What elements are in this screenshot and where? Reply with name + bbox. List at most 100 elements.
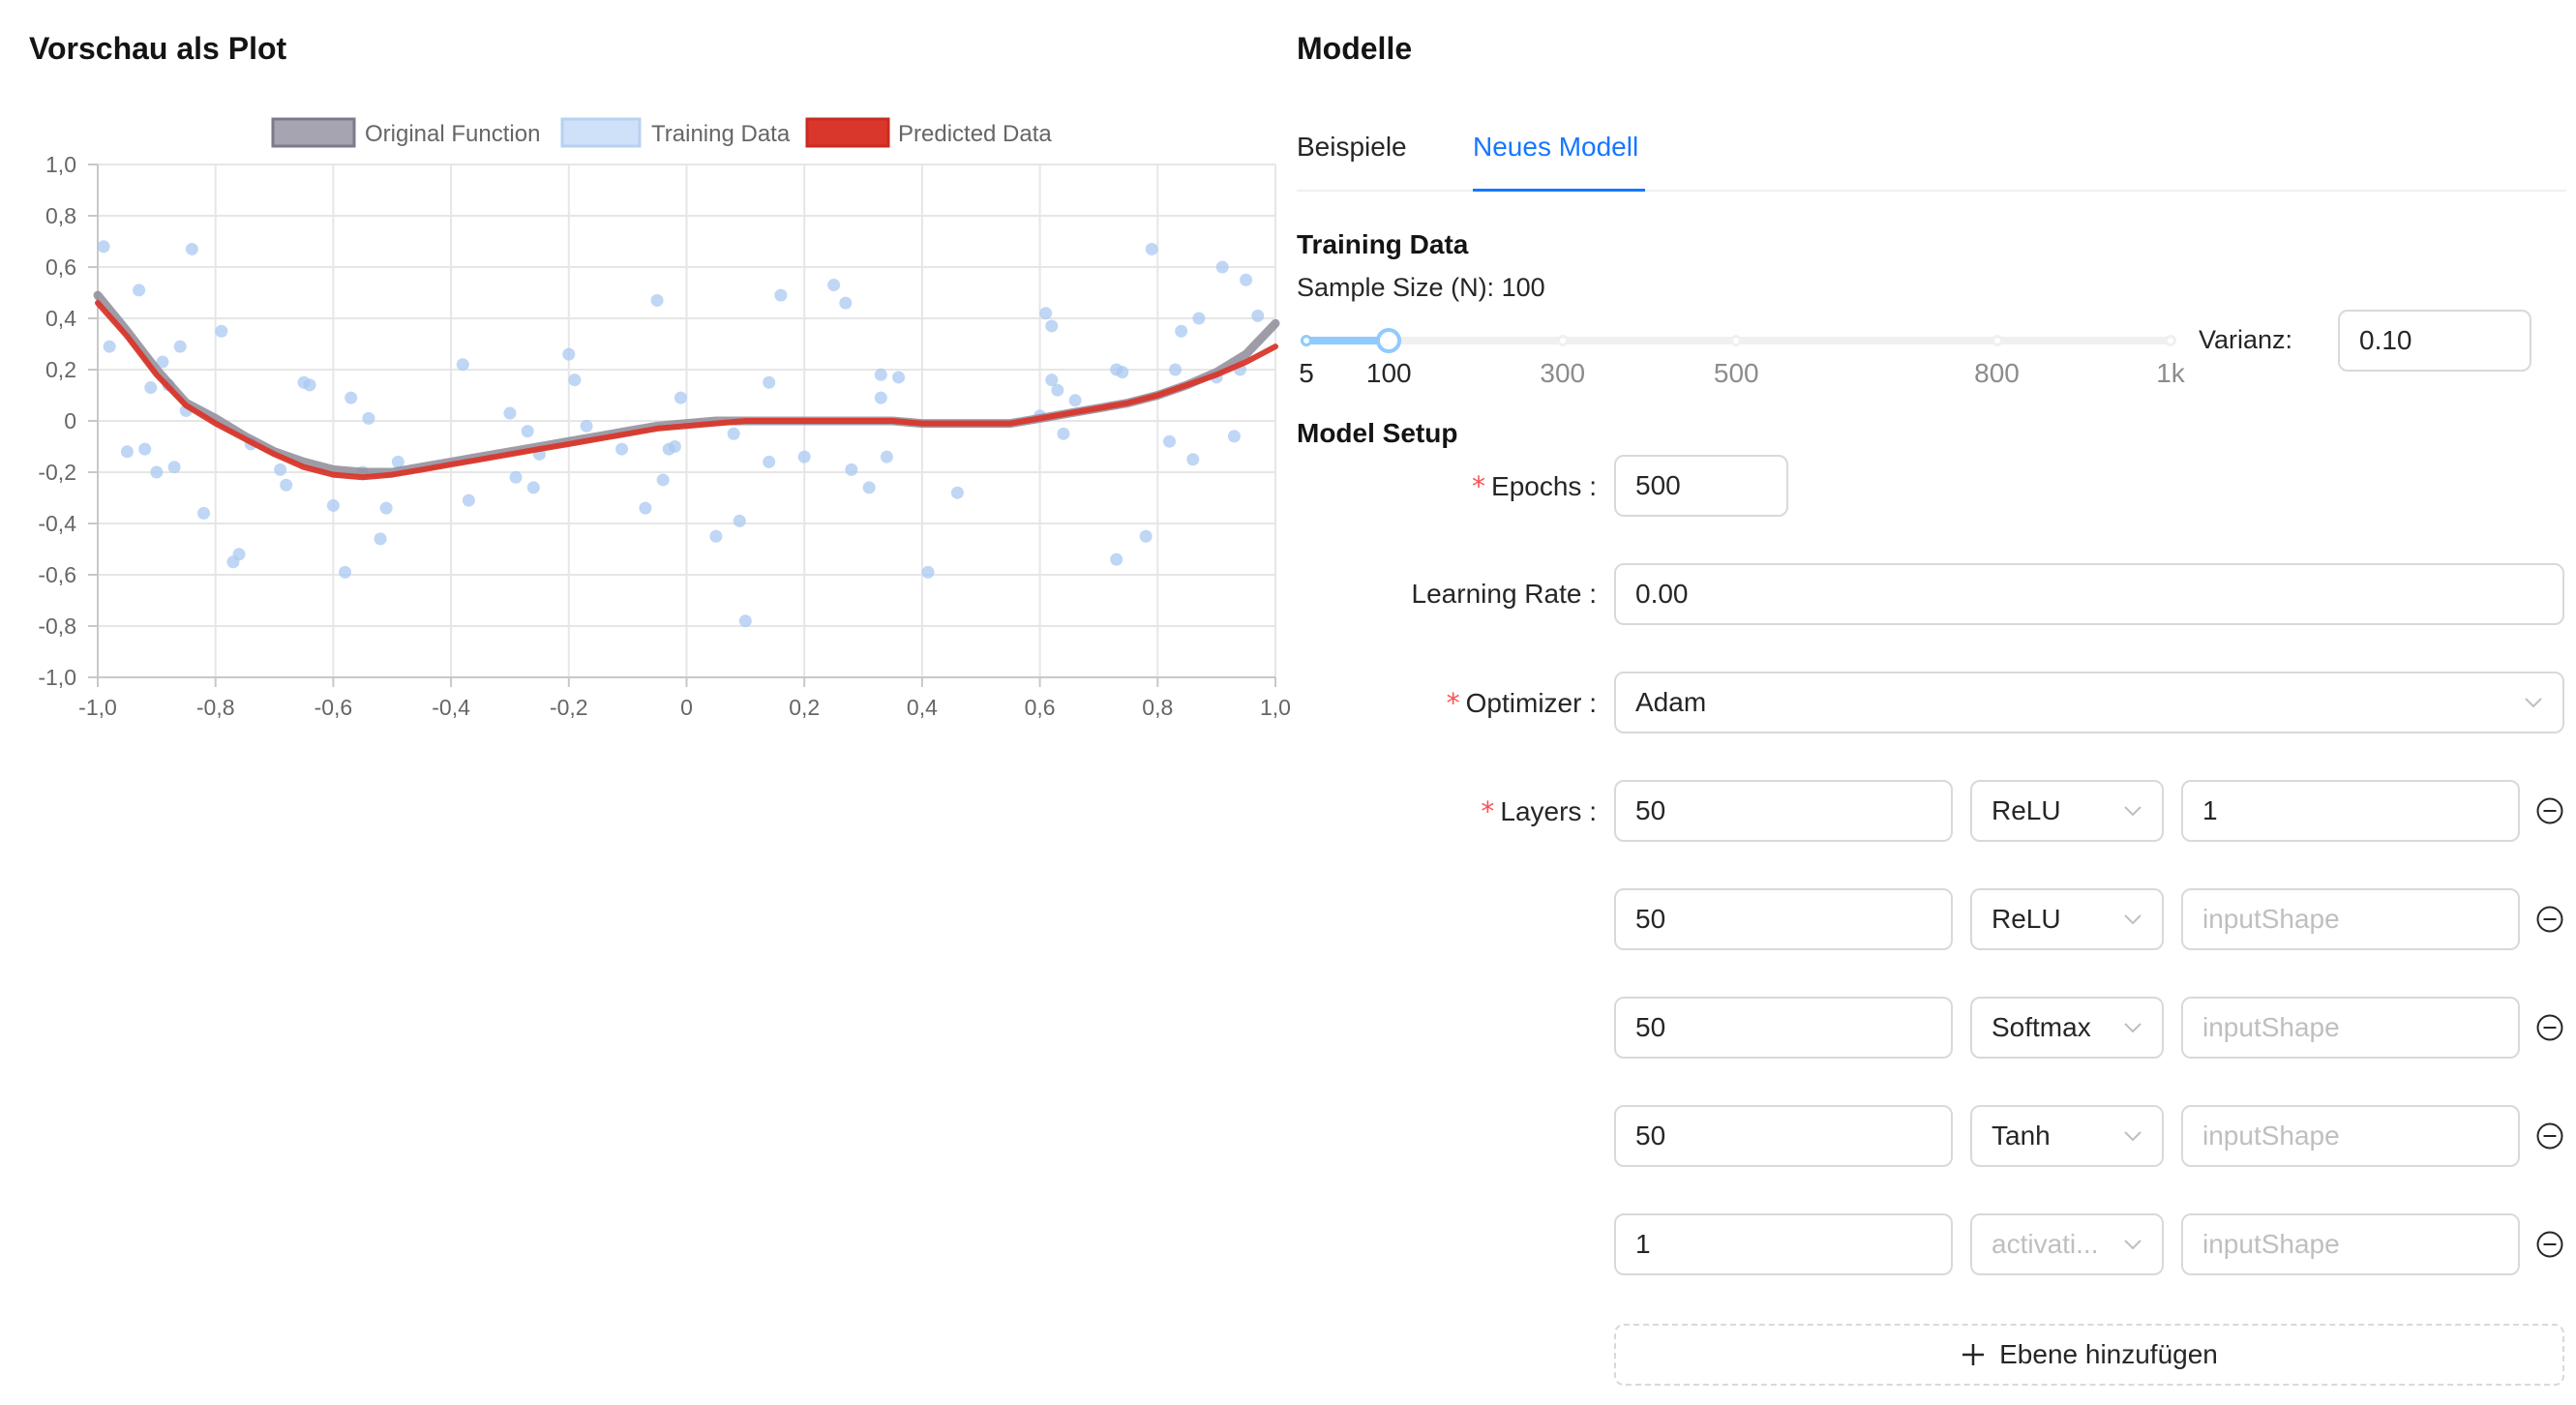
layer-input-shape-value: inputShape [2202, 1012, 2340, 1042]
sample-size-slider[interactable]: 5 100 300 500 800 1k [1299, 317, 2185, 388]
training-data-point [144, 381, 158, 395]
varianz-input[interactable]: 0.10 [2338, 310, 2531, 372]
minus-circle-icon[interactable] [2535, 1013, 2564, 1042]
layer-input-shape-input[interactable]: inputShape [2181, 997, 2520, 1059]
training-data-point [1192, 312, 1206, 325]
minus-circle-icon[interactable] [2535, 796, 2564, 825]
training-data-point [150, 465, 164, 479]
training-data-point [503, 406, 517, 420]
training-data-point [733, 514, 746, 527]
training-data-point [232, 548, 246, 561]
training-data-point [379, 501, 393, 515]
layer-activation-select[interactable]: activati... [1970, 1213, 2164, 1275]
label-colon: : [1581, 471, 1597, 501]
y-tick-label: 0 [64, 408, 76, 433]
layer-input-shape-value: inputShape [2202, 1229, 2340, 1259]
layer-activation-select[interactable]: ReLU [1970, 888, 2164, 950]
plus-icon [1962, 1344, 1985, 1365]
training-data-points [97, 240, 1265, 628]
training-data-point [456, 358, 469, 372]
learning-rate-label: Learning Rate : [1412, 579, 1597, 610]
training-data-point [709, 529, 723, 543]
slider-handle[interactable] [1376, 328, 1402, 353]
x-tick-label: 0,6 [1025, 695, 1056, 720]
layer-input-shape-input[interactable]: inputShape [2181, 888, 2520, 950]
y-tick-label: 0,8 [45, 203, 76, 228]
optimizer-select[interactable]: Adam [1614, 672, 2564, 733]
training-data-point [763, 375, 776, 389]
layer-input-shape-input[interactable]: inputShape [2181, 1213, 2520, 1275]
plot-legend: Original Function Training Data Predicted … [271, 117, 1052, 148]
layer-units-input[interactable]: 50 [1614, 888, 1953, 950]
layer-units-value: 50 [1635, 1121, 1666, 1151]
learning-rate-value: 0.00 [1635, 579, 1689, 609]
optimizer-label-text: Optimizer [1465, 688, 1582, 718]
layer-activation-value: ReLU [1992, 904, 2061, 934]
training-data-point [797, 450, 811, 463]
training-data-point [274, 463, 287, 476]
layer-units-input[interactable]: 50 [1614, 997, 1953, 1059]
training-data-point [668, 440, 681, 453]
y-tick-label: -0,2 [38, 460, 76, 485]
training-data-point [774, 288, 788, 302]
training-data-point [580, 419, 593, 433]
layers-label-text: Layers [1500, 796, 1582, 826]
training-data-point [874, 368, 887, 381]
slider-mark-label[interactable]: 300 [1540, 358, 1585, 389]
training-data-point [1175, 324, 1188, 338]
slider-mark-label[interactable]: 1k [2156, 358, 2185, 389]
tab-neues-modell[interactable]: Neues Modell [1473, 132, 1638, 163]
slider-mark-label[interactable]: 800 [1974, 358, 2020, 389]
epochs-label: * Epochs : [1472, 470, 1597, 502]
learning-rate-input[interactable]: 0.00 [1614, 563, 2564, 625]
training-data-point [97, 240, 110, 254]
slider-dot[interactable] [2165, 335, 2176, 346]
add-layer-label: Ebene hinzufügen [1999, 1339, 2218, 1369]
training-data-point [892, 371, 906, 384]
required-mark: * [1481, 795, 1495, 827]
slider-dot[interactable] [1730, 335, 1743, 346]
slider-dot[interactable] [1556, 335, 1569, 346]
tab-beispiele[interactable]: Beispiele [1297, 132, 1407, 163]
minus-circle-icon[interactable] [2535, 905, 2564, 934]
preview-title: Vorschau als Plot [29, 31, 287, 66]
y-tick-label: -0,6 [38, 562, 76, 587]
minus-circle-icon[interactable] [2535, 1230, 2564, 1259]
epochs-input[interactable]: 500 [1614, 455, 1788, 517]
y-tick-label: 0,6 [45, 254, 76, 280]
add-layer-button[interactable]: Ebene hinzufügen [1614, 1324, 2564, 1386]
training-data-point [362, 411, 375, 425]
chevron-down-icon [2124, 914, 2142, 925]
training-data-point [133, 284, 146, 297]
slider-dot[interactable] [1301, 335, 1312, 346]
epochs-value: 500 [1635, 470, 1681, 500]
y-tick-label: -1,0 [38, 665, 76, 690]
layer-units-input[interactable]: 50 [1614, 780, 1953, 842]
slider-mark-label[interactable]: 5 [1299, 358, 1314, 389]
layer-units-input[interactable]: 50 [1614, 1105, 1953, 1167]
legend-swatch [271, 117, 356, 148]
training-data-point [197, 506, 211, 520]
layer-units-input[interactable]: 1 [1614, 1213, 1953, 1275]
training-data-point [845, 463, 858, 476]
slider-dot[interactable] [1991, 335, 2003, 346]
chevron-down-icon [2124, 806, 2142, 817]
training-data-point [827, 279, 841, 292]
layer-units-value: 1 [1635, 1229, 1651, 1259]
layer-activation-select[interactable]: Tanh [1970, 1105, 2164, 1167]
sample-size-value: 100 [1501, 273, 1545, 302]
x-tick-label: 0,8 [1142, 695, 1173, 720]
training-data-point [615, 442, 629, 456]
layer-input-shape-input[interactable]: inputShape [2181, 1105, 2520, 1167]
minus-circle-icon[interactable] [2535, 1121, 2564, 1151]
slider-mark-label[interactable]: 500 [1714, 358, 1759, 389]
y-tick-label: -0,4 [38, 511, 76, 536]
legend-label: Predicted Data [898, 121, 1052, 147]
layers-label: * Layers : [1481, 795, 1597, 827]
slider-mark-label[interactable]: 100 [1366, 358, 1412, 389]
layer-units-value: 50 [1635, 1012, 1666, 1042]
layer-activation-select[interactable]: Softmax [1970, 997, 2164, 1059]
training-data-point [1057, 427, 1070, 440]
layer-activation-select[interactable]: ReLU [1970, 780, 2164, 842]
layer-input-shape-input[interactable]: 1 [2181, 780, 2520, 842]
